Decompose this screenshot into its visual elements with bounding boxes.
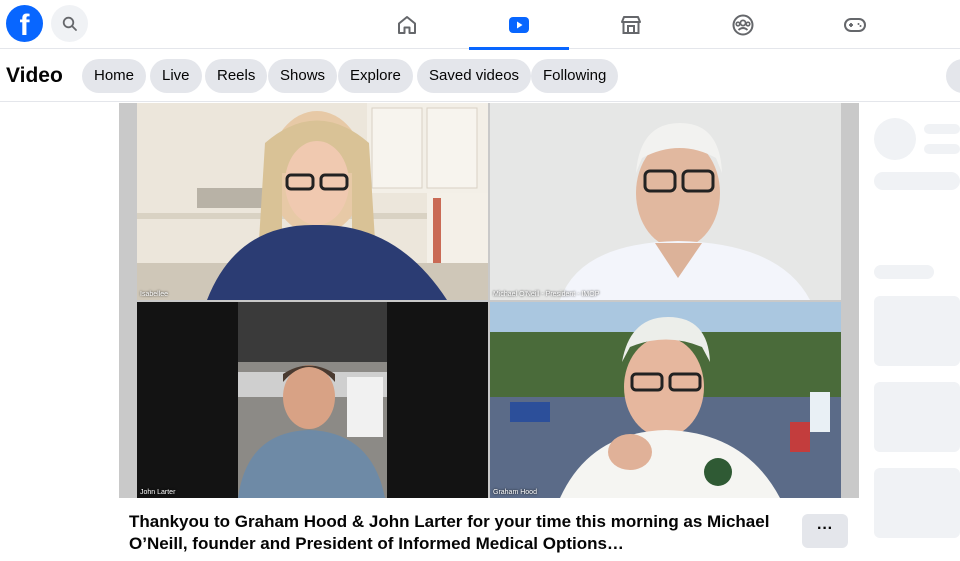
- more-dots-icon: ···: [817, 520, 833, 537]
- participant-tile: Michael O'Neill - President - IMOP: [490, 103, 841, 300]
- groups-icon: [732, 14, 754, 35]
- pill-explore[interactable]: Explore: [338, 59, 413, 93]
- nav-tab-home[interactable]: [357, 0, 457, 49]
- participant-label: Michael O'Neill - President - IMOP: [493, 291, 600, 298]
- skeleton-line: [874, 172, 960, 190]
- pill-reels[interactable]: Reels: [205, 59, 268, 93]
- pill-home[interactable]: Home: [82, 59, 147, 93]
- pill-shows[interactable]: Shows: [268, 59, 338, 93]
- pill-saved-videos[interactable]: Saved videos: [417, 59, 532, 93]
- participant-label: Isabellee: [140, 291, 169, 298]
- search-button[interactable]: [51, 5, 88, 42]
- facebook-logo[interactable]: f: [6, 5, 43, 42]
- search-icon: [62, 16, 77, 31]
- more-options-button[interactable]: ···: [802, 514, 848, 548]
- skeleton-line: [924, 144, 960, 154]
- nav-tab-marketplace[interactable]: [581, 0, 681, 49]
- settings-button[interactable]: [946, 59, 960, 93]
- nav-tab-video[interactable]: [469, 0, 569, 50]
- page-title: Video: [6, 64, 63, 87]
- skeleton-card: [874, 468, 960, 538]
- participant-label: Graham Hood: [493, 489, 537, 496]
- participant-video-frame: [490, 302, 841, 498]
- participant-video-frame: [137, 302, 488, 498]
- skeleton-avatar: [874, 118, 916, 160]
- participant-tile: John Larter: [137, 302, 488, 498]
- skeleton-line: [874, 265, 934, 279]
- nav-tab-gaming[interactable]: [805, 0, 905, 49]
- participant-video-frame: [137, 103, 488, 300]
- skeleton-card: [874, 296, 960, 366]
- skeleton-line: [924, 124, 960, 134]
- gaming-icon: [844, 17, 866, 32]
- video-caption: Thankyou to Graham Hood & John Larter fo…: [129, 512, 770, 553]
- logo-letter: f: [19, 9, 30, 42]
- nav-tab-groups[interactable]: [693, 0, 793, 49]
- video-subnav: Video Home Live Reels Shows Explore Save…: [0, 50, 960, 102]
- video-player[interactable]: Isabellee Michael O'Neill - President - …: [119, 103, 859, 498]
- pill-live[interactable]: Live: [150, 59, 202, 93]
- participant-video-frame: [490, 103, 841, 300]
- pill-following[interactable]: Following: [531, 59, 619, 93]
- participant-tile: Graham Hood: [490, 302, 841, 498]
- marketplace-icon: [621, 15, 641, 34]
- video-icon: [509, 16, 529, 33]
- skeleton-card: [874, 382, 960, 452]
- participant-tile: Isabellee: [137, 103, 488, 300]
- top-navigation-bar: f: [0, 0, 960, 50]
- home-icon: [398, 15, 416, 34]
- participant-label: John Larter: [140, 489, 176, 496]
